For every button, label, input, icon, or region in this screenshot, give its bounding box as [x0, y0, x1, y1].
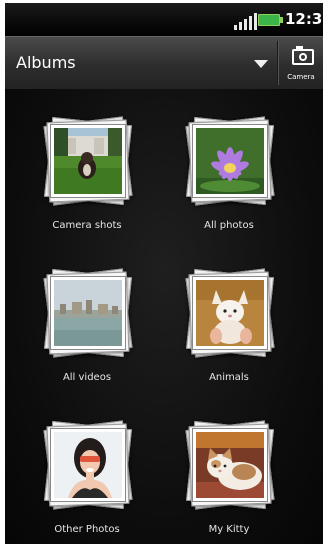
album-animals[interactable]: Animals — [169, 268, 289, 399]
album-thumbnail — [50, 276, 126, 350]
camera-button[interactable]: Camera — [279, 37, 323, 89]
dropdown-arrow-icon — [254, 60, 268, 68]
status-clock: 12:39 — [285, 10, 323, 28]
album-stack — [185, 420, 275, 510]
album-label: My Kitty — [208, 524, 250, 535]
albums-dropdown[interactable]: Albums — [5, 37, 277, 89]
album-thumbnail — [50, 124, 126, 198]
album-thumbnail — [192, 428, 268, 502]
album-camera-shots[interactable]: Camera shots — [27, 116, 147, 247]
album-grid: Camera shots All photos All videos Anima… — [5, 89, 323, 544]
phone-screen: 12:39 Albums Camera — [5, 3, 323, 544]
album-other-photos[interactable]: Other Photos — [27, 420, 147, 544]
album-stack — [43, 420, 133, 510]
album-thumbnail — [192, 124, 268, 198]
action-bar: Albums Camera — [5, 36, 323, 90]
album-stack — [43, 268, 133, 358]
album-all-photos[interactable]: All photos — [169, 116, 289, 247]
album-stack — [185, 268, 275, 358]
album-stack — [185, 116, 275, 206]
album-thumbnail — [50, 428, 126, 502]
album-all-videos[interactable]: All videos — [27, 268, 147, 399]
battery-icon — [258, 14, 283, 26]
album-label: Other Photos — [54, 524, 120, 535]
album-stack — [43, 116, 133, 206]
album-label: All videos — [62, 372, 112, 383]
album-label: Animals — [209, 372, 249, 383]
album-my-kitty[interactable]: My Kitty — [169, 420, 289, 544]
signal-icon — [234, 12, 258, 30]
album-label: Camera shots — [52, 220, 122, 231]
camera-icon — [292, 46, 314, 65]
status-bar: 12:39 — [5, 3, 323, 36]
album-thumbnail — [192, 276, 268, 350]
album-label: All photos — [204, 220, 254, 231]
page-title: Albums — [16, 53, 76, 72]
camera-label: Camera — [287, 73, 315, 81]
